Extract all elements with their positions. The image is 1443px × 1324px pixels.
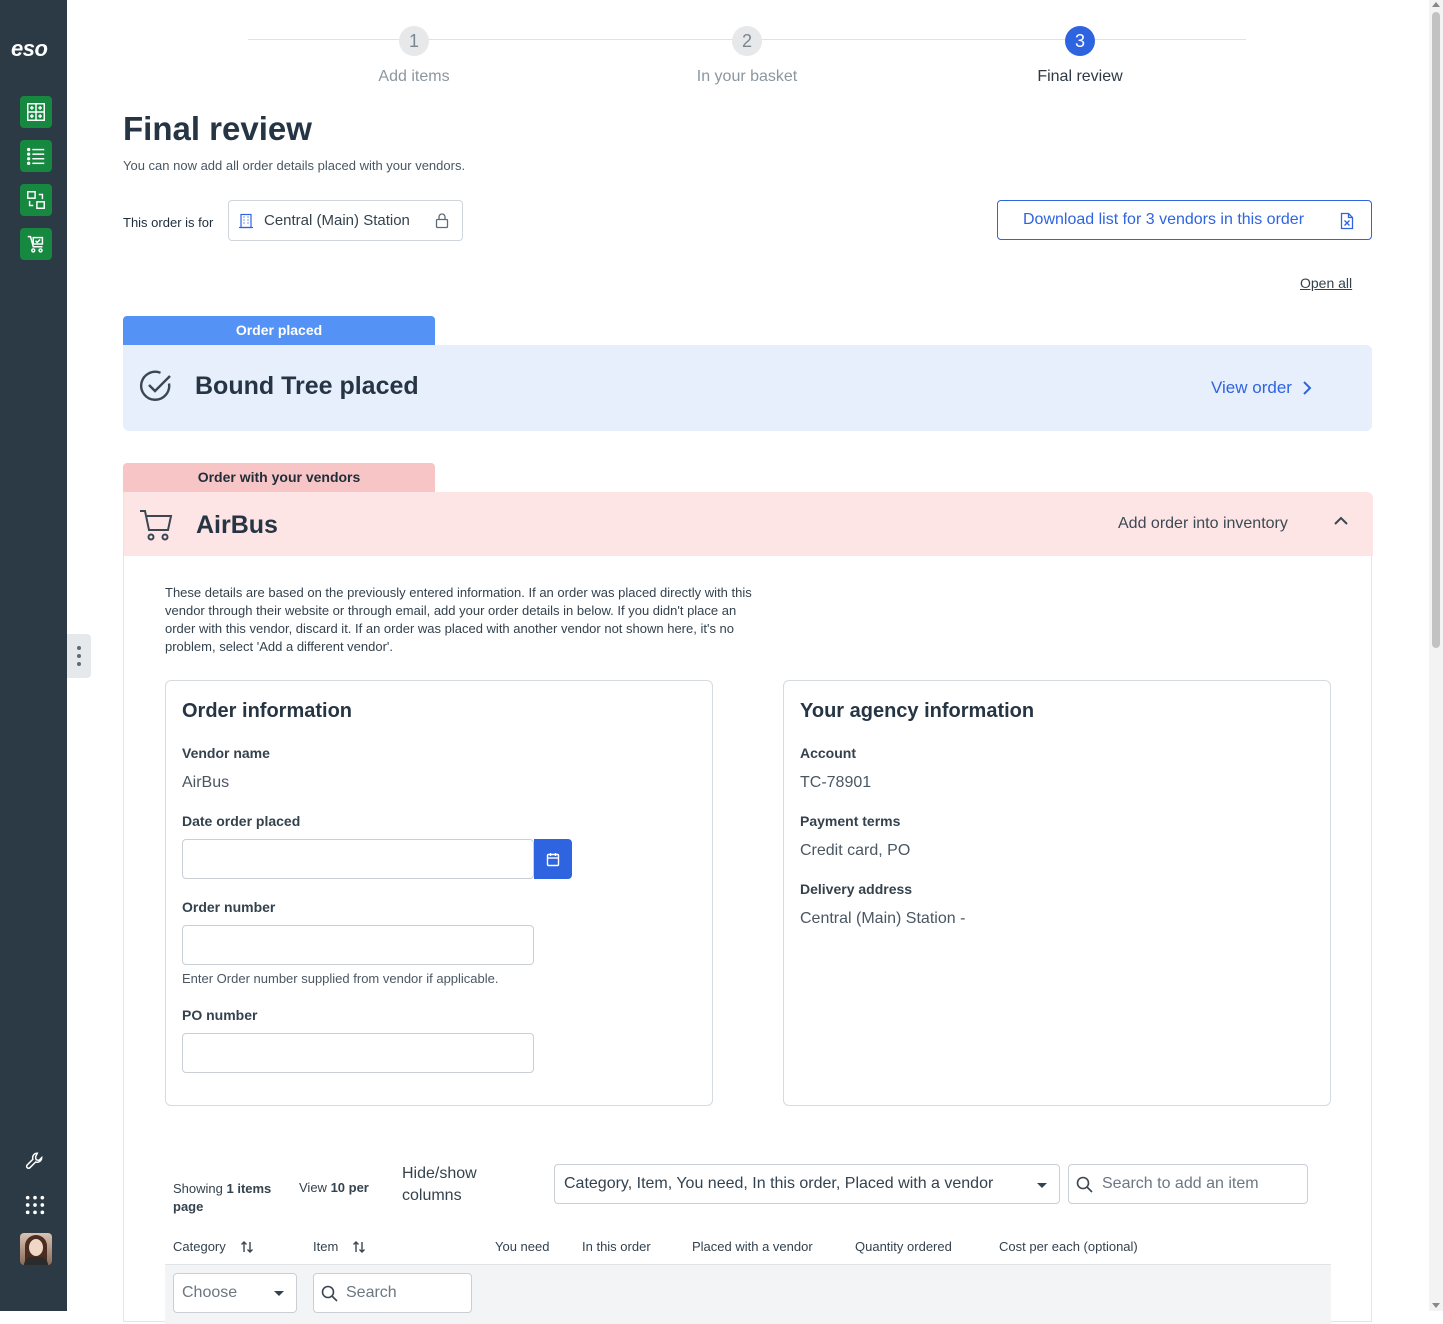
columns-select-value: Category, Item, You need, In this order,…: [564, 1175, 994, 1192]
delivery-address-label: Delivery address: [800, 881, 913, 897]
vendor-name-label: Vendor name: [182, 745, 270, 761]
avatar[interactable]: [20, 1233, 52, 1265]
open-all-link[interactable]: Open all: [1300, 275, 1352, 291]
hide-show-columns-label: Hide/show columns: [402, 1165, 477, 1204]
caret-down-icon: [274, 1291, 284, 1296]
bound-tree-card: Bound Tree placed View order: [123, 345, 1372, 431]
view-per-page[interactable]: View 10 per: [299, 1180, 369, 1195]
order-with-vendors-tag: Order with your vendors: [123, 463, 435, 492]
order-for-label: This order is for: [123, 215, 214, 230]
excel-file-icon: [1340, 212, 1354, 230]
order-number-label: Order number: [182, 899, 276, 915]
agency-information-heading: Your agency information: [800, 700, 1035, 722]
po-number-input[interactable]: [182, 1033, 534, 1073]
page-scrollbar[interactable]: [1429, 0, 1443, 1311]
step-number: 1: [399, 26, 429, 56]
column-header-placed-with-vendor: Placed with a vendor: [692, 1239, 813, 1254]
step-in-your-basket[interactable]: 2 In your basket: [667, 26, 827, 86]
date-order-placed-label: Date order placed: [182, 813, 301, 829]
account-value: TC-78901: [800, 774, 872, 791]
order-number-input[interactable]: [182, 925, 534, 965]
date-order-placed-input[interactable]: [182, 839, 534, 879]
add-items-icon[interactable]: [20, 96, 52, 128]
step-number: 2: [732, 26, 762, 56]
sort-icon[interactable]: [240, 1240, 254, 1254]
account-label: Account: [800, 745, 856, 761]
order-information-panel: Order information Vendor name AirBus Dat…: [165, 680, 713, 1106]
order-number-help: Enter Order number supplied from vendor …: [182, 971, 499, 986]
lock-icon: [435, 213, 449, 229]
column-header-item[interactable]: Item: [313, 1239, 366, 1254]
calendar-button[interactable]: [534, 839, 572, 879]
step-label: In your basket: [696, 68, 798, 85]
item-filter-placeholder: Search: [346, 1284, 397, 1301]
category-filter-select[interactable]: Choose: [173, 1273, 297, 1313]
panel-resize-handle[interactable]: [67, 634, 91, 678]
page-title: Final review: [123, 110, 312, 147]
column-header-you-need: You need: [495, 1239, 550, 1254]
column-header-quantity-ordered: Quantity ordered: [855, 1239, 952, 1254]
payment-terms-value: Credit card, PO: [800, 842, 911, 859]
scrollbar-thumb[interactable]: [1432, 12, 1440, 648]
wrench-icon[interactable]: [22, 1148, 48, 1174]
column-header-in-this-order: In this order: [582, 1239, 651, 1254]
order-information-heading: Order information: [182, 700, 353, 722]
view-order-link[interactable]: View order: [1211, 378, 1312, 398]
step-final-review[interactable]: 3 Final review: [1000, 26, 1160, 86]
step-label: Add items: [378, 68, 450, 85]
calendar-icon: [546, 852, 560, 866]
columns-select[interactable]: Category, Item, You need, In this order,…: [554, 1164, 1060, 1204]
transfer-icon[interactable]: [20, 184, 52, 216]
vendor-title: AirBus: [196, 511, 278, 539]
search-add-item-placeholder: Search to add an item: [1102, 1175, 1259, 1192]
chevron-right-icon: [1303, 381, 1312, 395]
vendor-name-value: AirBus: [182, 774, 230, 791]
search-icon: [1076, 1176, 1093, 1193]
list-icon[interactable]: [20, 140, 52, 172]
vendor-card-header[interactable]: AirBus Add order into inventory: [124, 492, 1373, 556]
add-order-into-inventory-button[interactable]: Add order into inventory: [1118, 515, 1288, 533]
apps-grid-icon[interactable]: [22, 1192, 48, 1218]
view-order-label: View order: [1211, 378, 1292, 397]
showing-count: Showing 1 items page: [173, 1181, 272, 1214]
delivery-address-value: Central (Main) Station -: [800, 910, 966, 927]
agency-information-panel: Your agency information Account TC-78901…: [783, 680, 1331, 1106]
sort-icon[interactable]: [352, 1240, 366, 1254]
order-placed-tag: Order placed: [123, 316, 435, 345]
search-add-item-input[interactable]: Search to add an item: [1068, 1164, 1308, 1204]
page-subtitle: You can now add all order details placed…: [123, 158, 466, 173]
step-add-items[interactable]: 1 Add items: [334, 26, 494, 86]
step-number: 3: [1065, 26, 1095, 56]
payment-terms-label: Payment terms: [800, 813, 901, 829]
cart-icon: [140, 510, 173, 541]
station-name: Central (Main) Station: [264, 212, 410, 229]
search-icon: [321, 1285, 338, 1302]
airbus-vendor-card: AirBus Add order into inventory These de…: [123, 492, 1373, 1324]
item-filter-search-input[interactable]: Search: [313, 1273, 472, 1313]
placed-vendor-title: Bound Tree placed: [195, 372, 419, 400]
column-header-cost-per-each: Cost per each (optional): [999, 1239, 1138, 1254]
step-label: Final review: [1037, 68, 1123, 85]
chevron-up-icon[interactable]: [1333, 516, 1349, 526]
sidebar: eso: [0, 0, 67, 1311]
cart-check-icon[interactable]: [20, 228, 52, 260]
vendor-description: These details are based on the previousl…: [165, 585, 752, 654]
caret-down-icon: [1037, 1183, 1047, 1188]
building-icon: [239, 213, 253, 228]
column-header-category[interactable]: Category: [173, 1239, 254, 1254]
eso-logo: eso: [11, 36, 48, 61]
check-circle-icon: [139, 370, 171, 401]
download-list-label: Download list for 3 vendors in this orde…: [1023, 211, 1305, 228]
po-number-label: PO number: [182, 1007, 258, 1023]
station-selector: Central (Main) Station: [228, 200, 463, 241]
download-list-button[interactable]: Download list for 3 vendors in this orde…: [997, 200, 1372, 240]
category-filter-value: Choose: [182, 1284, 238, 1301]
